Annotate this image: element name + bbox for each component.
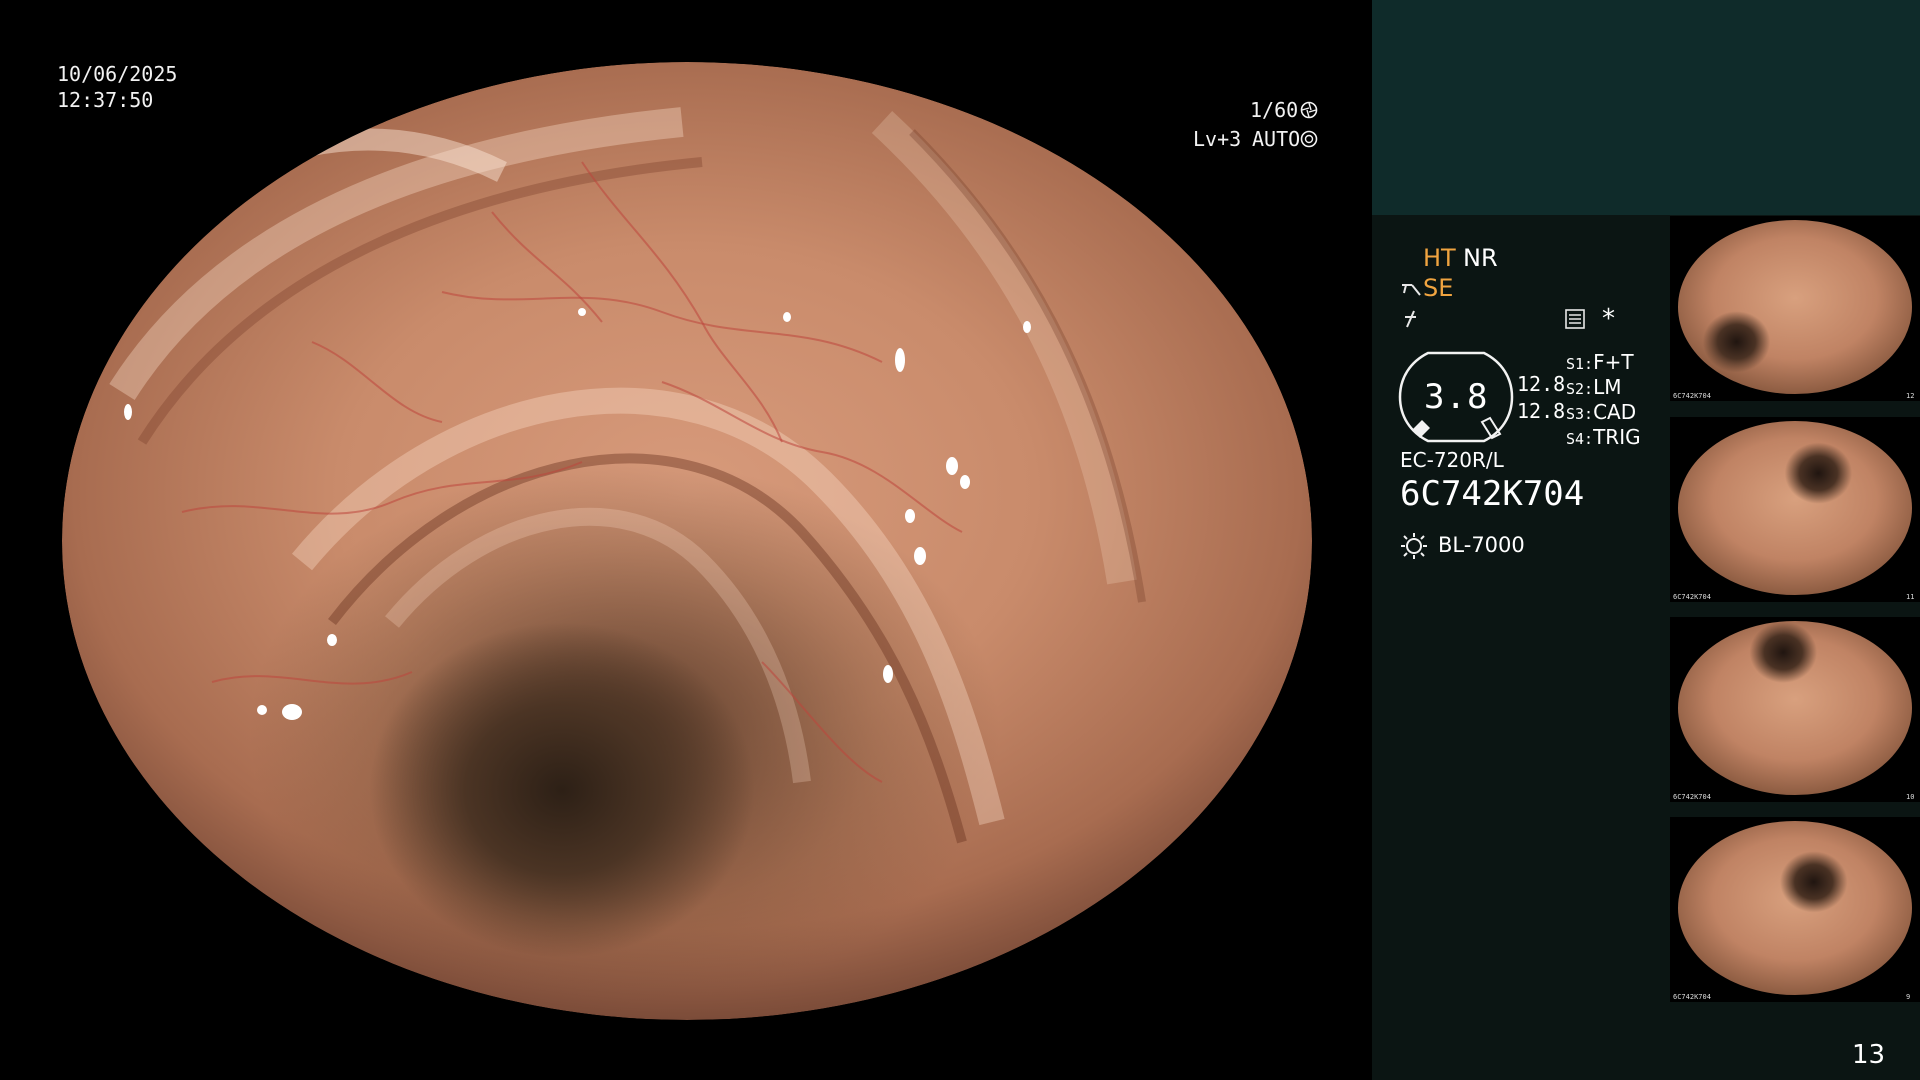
thumbnail-serial: 6C742K704 bbox=[1673, 993, 1711, 1001]
nr-indicator: NR bbox=[1463, 244, 1498, 272]
light-source-icon bbox=[1401, 533, 1427, 559]
asterisk-indicator: * bbox=[1602, 304, 1615, 334]
gauge-right-top: 12.8 bbox=[1517, 372, 1566, 396]
thumbnail-image bbox=[1678, 421, 1912, 595]
capture-thumbnail[interactable]: 6C742K704 10 bbox=[1670, 617, 1920, 802]
switch-key: S1: bbox=[1566, 355, 1594, 373]
switch-value: F+T bbox=[1593, 350, 1634, 374]
scope-serial: 6C742K704 bbox=[1400, 474, 1585, 514]
gauge-right-bottom: 12.8 bbox=[1517, 399, 1566, 423]
shutter-speed: 1/60 bbox=[1250, 98, 1299, 122]
switch-row: S3:CAD bbox=[1566, 400, 1641, 425]
thumbnail-serial: 6C742K704 bbox=[1673, 593, 1711, 601]
switch-list: S1:F+T S2:LM S3:CAD S4:TRIG bbox=[1566, 350, 1641, 450]
light-source-model: BL-7000 bbox=[1438, 533, 1525, 557]
thumbnail-serial: 6C742K704 bbox=[1673, 392, 1711, 400]
switch-value: CAD bbox=[1593, 400, 1637, 424]
thumbnail-image bbox=[1678, 821, 1912, 995]
thumbnail-image bbox=[1678, 621, 1912, 795]
capture-date: 10/06/2025 bbox=[57, 62, 178, 86]
switch-row: S2:LM bbox=[1566, 375, 1641, 400]
thumbnail-serial: 6C742K704 bbox=[1673, 793, 1711, 801]
switch-key: S3: bbox=[1566, 405, 1594, 423]
switch-value: LM bbox=[1593, 375, 1622, 399]
info-side-panel: HT NR SE * 3.8 12.8 12.8 S1:F+T S2:LM S3… bbox=[1372, 0, 1920, 1080]
brightness-level: Lv+3 bbox=[1193, 127, 1242, 151]
switch-row: S1:F+T bbox=[1566, 350, 1641, 375]
thumbnail-index: 12 bbox=[1906, 392, 1915, 400]
gauge-value: 3.8 bbox=[1424, 377, 1489, 417]
lightning-icon bbox=[1405, 310, 1416, 328]
capture-thumbnail[interactable]: 6C742K704 12 bbox=[1670, 216, 1920, 401]
shutter-icon bbox=[1300, 101, 1318, 119]
se-indicator: SE bbox=[1423, 274, 1454, 302]
iris-icon bbox=[1300, 130, 1318, 148]
capture-time: 12:37:50 bbox=[57, 88, 154, 112]
scope-hook-icon bbox=[1402, 284, 1421, 296]
thumbnail-index: 10 bbox=[1906, 793, 1915, 801]
page-number: 13 bbox=[1852, 1040, 1886, 1070]
ht-indicator: HT bbox=[1423, 244, 1456, 272]
switch-key: S2: bbox=[1566, 380, 1594, 398]
switch-key: S4: bbox=[1566, 430, 1594, 448]
info-header-block bbox=[1372, 0, 1920, 215]
endoscope-main-view: 10/06/2025 12:37:50 1/60 Lv+3 AUTO bbox=[0, 0, 1372, 1080]
scope-model: EC-720R/L bbox=[1400, 448, 1504, 472]
switch-value: TRIG bbox=[1593, 425, 1641, 449]
capture-thumbnail[interactable]: 6C742K704 11 bbox=[1670, 417, 1920, 602]
switch-row: S4:TRIG bbox=[1566, 425, 1641, 450]
thumbnail-index: 11 bbox=[1906, 593, 1915, 601]
thumbnail-index: 9 bbox=[1906, 993, 1911, 1001]
exposure-mode: AUTO bbox=[1252, 127, 1301, 151]
thumbnail-image bbox=[1678, 220, 1912, 394]
settings-icon bbox=[1565, 309, 1585, 329]
mucosa-detail bbox=[109, 107, 1146, 844]
endoscopic-image bbox=[62, 62, 1312, 1020]
capture-thumbnail[interactable]: 6C742K704 9 bbox=[1670, 817, 1920, 1002]
